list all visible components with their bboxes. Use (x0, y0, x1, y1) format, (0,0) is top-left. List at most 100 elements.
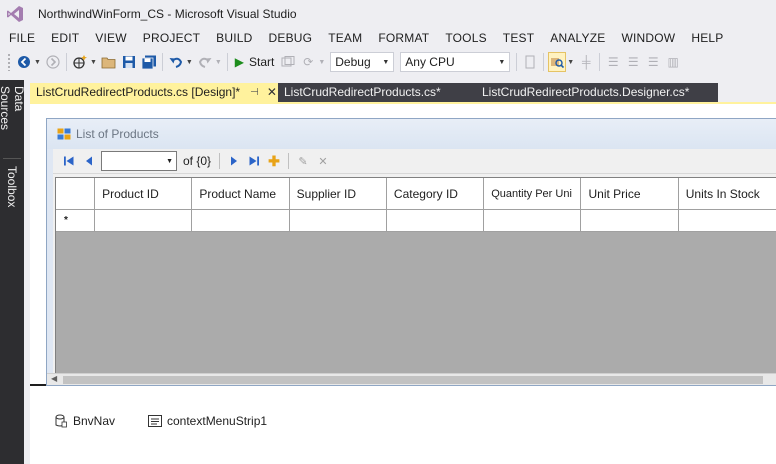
align-grid-icon[interactable]: ╪ (577, 52, 595, 72)
align-right-icon[interactable]: ☰ (644, 52, 662, 72)
navigate-forward-icon[interactable] (44, 52, 62, 72)
undo-icon[interactable] (167, 52, 185, 72)
menu-file[interactable]: FILE (0, 28, 43, 48)
menu-team[interactable]: TEAM (320, 28, 370, 48)
move-previous-icon[interactable] (79, 151, 99, 171)
grid-cell[interactable] (290, 210, 387, 231)
tray-item-binding-navigator[interactable]: BnvNav (54, 414, 115, 428)
redo-icon[interactable] (196, 52, 214, 72)
column-header-product-id[interactable]: Product ID (95, 178, 193, 209)
data-sources-tab[interactable]: Data Sources (0, 84, 26, 156)
start-debugging-button[interactable]: ▶ Start (231, 52, 279, 72)
toolbar-separator (599, 53, 601, 71)
component-tray: BnvNav contextMenuStrip1 (30, 388, 776, 464)
tab-code[interactable]: ListCrudRedirectProducts.cs* (278, 83, 468, 102)
tab-designer-code[interactable]: ListCrudRedirectProducts.Designer.cs* (468, 83, 718, 102)
save-all-icon[interactable] (140, 52, 158, 72)
undo-dropdown-icon[interactable]: ▼ (186, 59, 193, 66)
toolbar-options-icon[interactable]: ▼ (567, 59, 574, 66)
solution-platform-select[interactable]: Any CPU ▼ (400, 52, 511, 72)
side-panel-strip: Data Sources Toolbox (0, 80, 26, 464)
open-file-icon[interactable] (100, 52, 118, 72)
toolbar-grip[interactable] (7, 53, 11, 71)
refresh-dropdown-icon[interactable]: ▼ (318, 59, 325, 66)
tray-item-label: BnvNav (73, 414, 116, 428)
pin-icon[interactable]: ⊣ (250, 83, 259, 102)
column-header-category-id[interactable]: Category ID (387, 178, 485, 209)
grid-cell[interactable] (581, 210, 679, 231)
menu-view[interactable]: VIEW (87, 28, 134, 48)
refresh-icon[interactable]: ⟳ (299, 52, 317, 72)
configuration-value: Debug (335, 55, 371, 69)
position-input[interactable]: ▼ (101, 151, 177, 171)
redo-dropdown-icon[interactable]: ▼ (215, 59, 222, 66)
toolbox-tab[interactable]: Toolbox (0, 164, 24, 212)
navigate-back-icon[interactable] (15, 52, 33, 72)
navigator-separator (288, 153, 290, 169)
tab-designer-code-label: ListCrudRedirectProducts.Designer.cs* (482, 85, 690, 99)
side-panel-divider (3, 158, 21, 159)
chevron-down-icon: ▼ (166, 157, 173, 165)
align-left-icon[interactable]: ☰ (604, 52, 622, 72)
close-icon[interactable]: ✕ (267, 83, 277, 102)
toolbar-separator (65, 53, 67, 71)
start-label: Start (248, 55, 275, 69)
new-project-icon[interactable] (71, 52, 89, 72)
align-top-icon[interactable]: ▥ (664, 52, 682, 72)
move-next-icon[interactable] (224, 151, 244, 171)
platform-value: Any CPU (405, 55, 455, 69)
scroll-left-icon[interactable]: ◀ (51, 374, 57, 383)
menu-edit[interactable]: EDIT (43, 28, 87, 48)
align-center-icon[interactable]: ☰ (624, 52, 642, 72)
scrollbar-thumb[interactable] (63, 376, 763, 384)
menu-format[interactable]: FORMAT (370, 28, 437, 48)
add-new-icon[interactable]: ✚ (264, 151, 284, 171)
designed-form[interactable]: List of Products ▼ of {0} ✚ ✎ ✕ Product … (46, 118, 776, 386)
grid-cell[interactable] (387, 210, 485, 231)
menu-window[interactable]: WINDOW (613, 28, 683, 48)
menu-tools[interactable]: TOOLS (437, 28, 494, 48)
solution-configuration-select[interactable]: Debug ▼ (330, 52, 395, 72)
grid-cell[interactable] (679, 210, 776, 231)
menu-help[interactable]: HELP (683, 28, 731, 48)
form-title-bar[interactable]: List of Products (47, 119, 776, 149)
column-header-product-name[interactable]: Product Name (192, 178, 290, 209)
chevron-down-icon: ▼ (498, 58, 506, 66)
edit-pencil-icon[interactable]: ✎ (293, 151, 313, 171)
column-header-unit-price[interactable]: Unit Price (581, 178, 679, 209)
column-header-units-in-stock[interactable]: Units In Stock (679, 178, 776, 209)
find-in-files-icon[interactable] (521, 52, 539, 72)
back-dropdown-icon[interactable]: ▼ (34, 59, 41, 66)
grid-cell[interactable] (95, 210, 193, 231)
designer-horizontal-scrollbar[interactable]: ◀ (47, 373, 776, 385)
menu-analyze[interactable]: ANALYZE (542, 28, 613, 48)
grid-corner-header[interactable] (56, 178, 96, 209)
menu-build[interactable]: BUILD (208, 28, 260, 48)
tray-item-context-menu[interactable]: contextMenuStrip1 (148, 414, 267, 428)
form-client-area: ▼ of {0} ✚ ✎ ✕ Product ID Product Name S… (53, 149, 776, 381)
save-icon[interactable] (120, 52, 138, 72)
grid-cell[interactable] (484, 210, 582, 231)
standard-toolbar: ▼ ▼ ▼ ▼ ▶ Start ⟳ ▼ Debug ▼ Any CPU ▼ ▼ … (0, 49, 776, 75)
menu-test[interactable]: TEST (495, 28, 542, 48)
move-first-icon[interactable] (59, 151, 79, 171)
column-header-quantity-per-unit[interactable]: Quantity Per Uni (484, 178, 582, 209)
tab-designer[interactable]: ListCrudRedirectProducts.cs [Design]* ⊣ … (30, 83, 278, 102)
menu-debug[interactable]: DEBUG (261, 28, 321, 48)
move-last-icon[interactable] (244, 151, 264, 171)
new-project-dropdown-icon[interactable]: ▼ (90, 59, 97, 66)
tray-item-label: contextMenuStrip1 (167, 414, 268, 428)
grid-cell[interactable] (192, 210, 290, 231)
designer-surface: List of Products ▼ of {0} ✚ ✎ ✕ Product … (30, 104, 776, 464)
column-header-supplier-id[interactable]: Supplier ID (290, 178, 387, 209)
binding-navigator: ▼ of {0} ✚ ✎ ✕ (53, 149, 776, 174)
delete-icon[interactable]: ✕ (313, 151, 333, 171)
title-bar: NorthwindWinForm_CS - Microsoft Visual S… (0, 0, 776, 28)
design-canvas: List of Products ▼ of {0} ✚ ✎ ✕ Product … (30, 104, 776, 386)
products-data-grid[interactable]: Product ID Product Name Supplier ID Cate… (55, 177, 776, 381)
solution-explorer-icon[interactable] (548, 52, 567, 72)
attach-process-icon[interactable] (279, 52, 297, 72)
new-row-marker[interactable]: * (56, 210, 96, 231)
visual-studio-logo-icon (0, 0, 30, 28)
menu-project[interactable]: PROJECT (135, 28, 208, 48)
